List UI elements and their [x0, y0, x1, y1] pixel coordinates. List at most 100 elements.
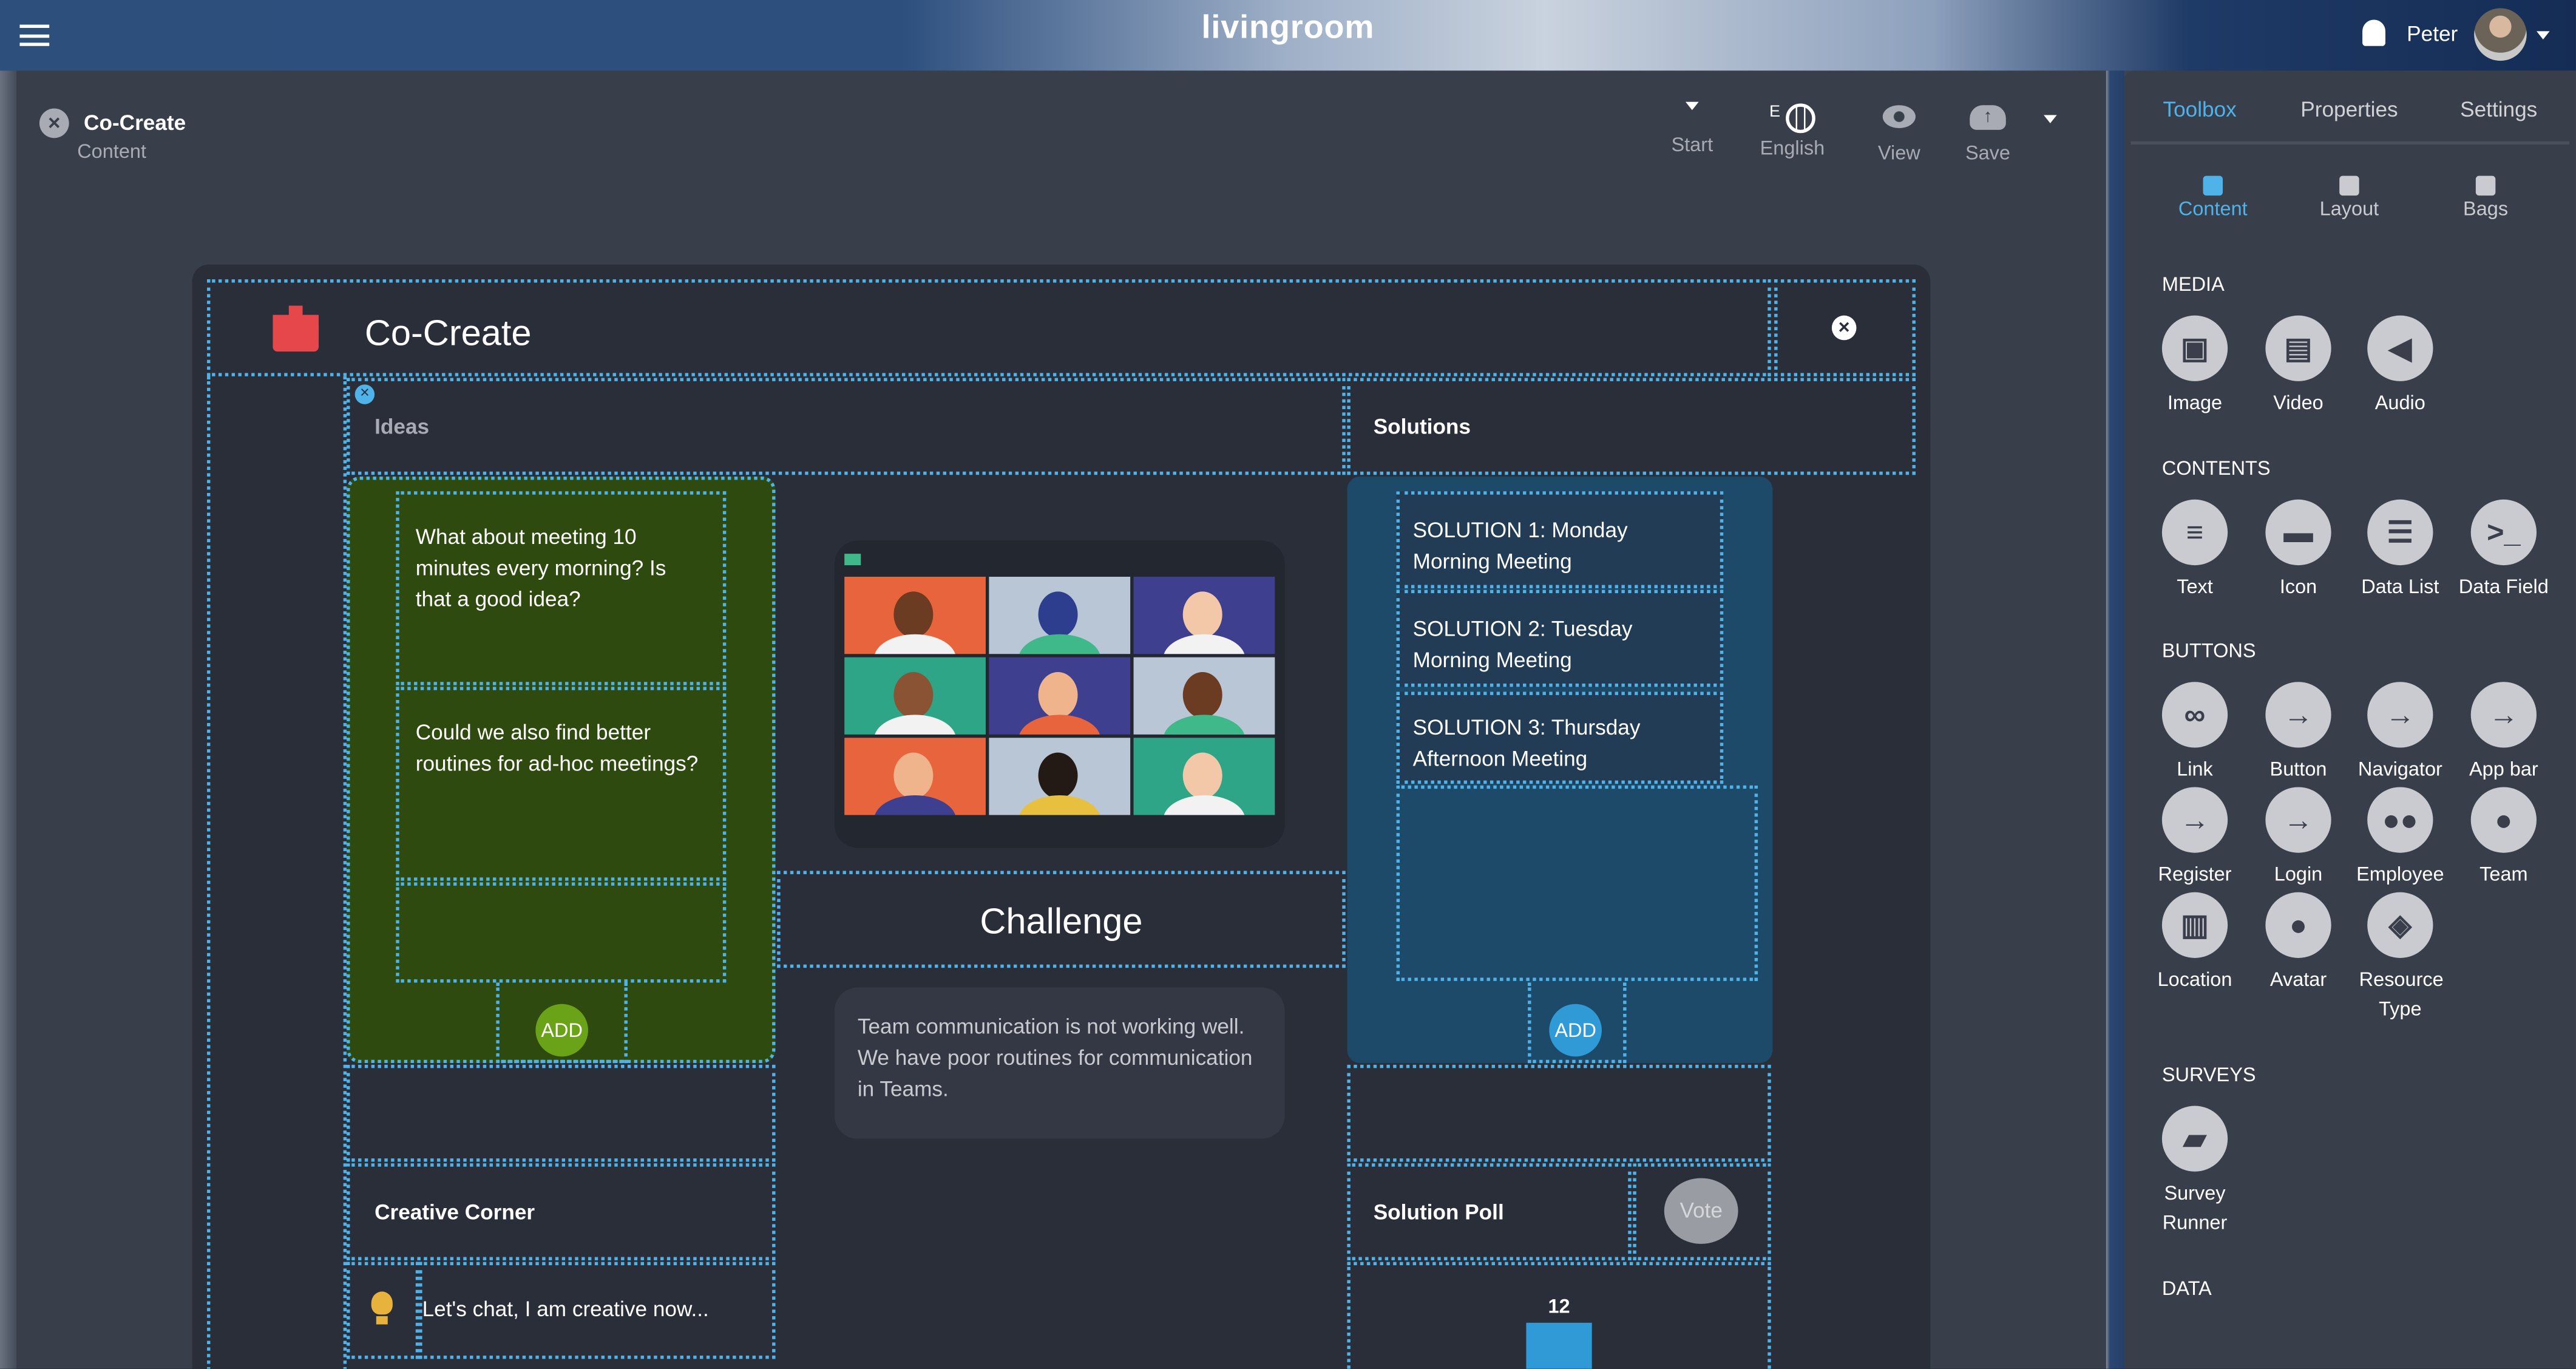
- section-surveys: SURVEYS: [2161, 1063, 2256, 1087]
- tool-register[interactable]: → Register: [2137, 787, 2252, 889]
- tab-divider: [2130, 141, 2570, 145]
- tool-label: Icon: [2279, 575, 2317, 599]
- cloud-upload-icon: ↑: [1970, 105, 2006, 130]
- subtab-layout[interactable]: Layout: [2283, 197, 2415, 220]
- tool-data-list[interactable]: ☰ Data List: [2343, 499, 2458, 602]
- left-gutter: [207, 376, 347, 1369]
- tool-image[interactable]: ▣ Image: [2137, 315, 2252, 418]
- globe-icon: E: [1751, 103, 1833, 137]
- caret-down-icon: [1685, 101, 1699, 110]
- tool-link[interactable]: ∞ Link: [2137, 682, 2252, 784]
- close-editor-icon[interactable]: ×: [39, 108, 69, 138]
- top-bar: livingroom Peter: [0, 0, 2576, 71]
- panel-divider[interactable]: [2106, 70, 2124, 1369]
- tab-toolbox[interactable]: Toolbox: [2126, 97, 2274, 122]
- tool-audio[interactable]: ◀ Audio: [2343, 315, 2458, 418]
- tool-label: Text: [2177, 575, 2213, 599]
- tool-text[interactable]: ≡ Text: [2137, 499, 2252, 602]
- bell-icon[interactable]: [2362, 19, 2385, 46]
- section-media: MEDIA: [2161, 273, 2225, 296]
- cubes-icon: ◈: [2367, 892, 2433, 958]
- subtab-content[interactable]: Content: [2147, 197, 2279, 220]
- app-logo: livingroom: [1201, 10, 1375, 46]
- remove-ideas-icon[interactable]: ×: [354, 384, 375, 404]
- tool-label: Link: [2177, 757, 2213, 781]
- eye-icon: [1882, 105, 1916, 129]
- tool-app-bar[interactable]: → App bar: [2446, 682, 2561, 784]
- solution-drop-area: [1396, 785, 1758, 981]
- section-buttons: BUTTONS: [2161, 639, 2256, 662]
- user-menu-caret-icon[interactable]: [2536, 31, 2550, 39]
- tool-location[interactable]: ▥ Location: [2137, 892, 2252, 994]
- tool-label: Data List: [2361, 575, 2439, 599]
- idea-card-empty[interactable]: [396, 882, 727, 983]
- save-options-caret-icon[interactable]: [2044, 115, 2057, 123]
- tool-employee[interactable]: ●● Employee: [2343, 787, 2458, 889]
- solution-card[interactable]: SOLUTION 1: Monday Morning Meeting: [1396, 491, 1724, 588]
- spacer-cell: [347, 1064, 776, 1162]
- tool-label: Resource Type: [2359, 968, 2444, 1021]
- tool-label: Navigator: [2357, 757, 2442, 781]
- solution-poll-title: Solution Poll: [1373, 1199, 1504, 1225]
- building-icon: ▥: [2161, 892, 2228, 958]
- creative-corner-title: Creative Corner: [375, 1199, 535, 1225]
- tool-data-field[interactable]: >_ Data Field: [2446, 499, 2561, 602]
- vote-button[interactable]: Vote: [1664, 1178, 1738, 1244]
- tool-label: Login: [2274, 862, 2323, 886]
- people-icon: ●●: [2367, 787, 2433, 853]
- save-button[interactable]: ↑ Save: [1955, 105, 2021, 165]
- text-lines-icon: ≡: [2161, 499, 2228, 566]
- subtab-bags[interactable]: Bags: [2420, 197, 2552, 220]
- tool-label: App bar: [2469, 757, 2538, 781]
- ideas-add-button[interactable]: ADD: [535, 1004, 588, 1057]
- tool-label: Image: [2167, 391, 2223, 415]
- avatar[interactable]: [2474, 8, 2527, 61]
- car-icon: ▬: [2265, 499, 2331, 566]
- tool-label: Register: [2158, 862, 2232, 886]
- tool-team[interactable]: ● Team: [2446, 787, 2561, 889]
- sign-in-icon: →: [2367, 682, 2433, 748]
- chat-icon: ▰: [2161, 1106, 2228, 1172]
- tool-avatar[interactable]: ● Avatar: [2241, 892, 2356, 994]
- idea-card[interactable]: What about meeting 10 minutes every morn…: [396, 491, 727, 685]
- solution-card[interactable]: SOLUTION 2: Tuesday Morning Meeting: [1396, 589, 1724, 687]
- tab-properties[interactable]: Properties: [2276, 97, 2424, 122]
- poll-bar-label: 12: [1548, 1296, 1570, 1317]
- view-button[interactable]: View: [1866, 105, 1932, 165]
- close-canvas-icon[interactable]: ×: [1831, 315, 1857, 341]
- columns-icon: [2339, 175, 2359, 196]
- tool-label: Avatar: [2269, 968, 2327, 991]
- tool-button[interactable]: → Button: [2241, 682, 2356, 784]
- start-button[interactable]: Start: [1659, 101, 1725, 156]
- sign-in-icon: →: [2265, 787, 2331, 853]
- poll-bar: [1526, 1322, 1592, 1369]
- solutions-title: Solutions: [1373, 414, 1471, 439]
- tool-survey-runner[interactable]: ▰ Survey Runner: [2137, 1106, 2252, 1238]
- tool-navigator[interactable]: → Navigator: [2343, 682, 2458, 784]
- solutions-add-button[interactable]: ADD: [1549, 1004, 1602, 1057]
- person-icon: ●: [2470, 787, 2537, 853]
- view-label: View: [1877, 141, 1920, 165]
- speaker-icon: ◀: [2367, 315, 2433, 381]
- user-name[interactable]: Peter: [2407, 21, 2458, 46]
- tool-login[interactable]: → Login: [2241, 787, 2356, 889]
- tool-label: Location: [2157, 968, 2232, 991]
- tool-video[interactable]: ▤ Video: [2241, 315, 2356, 418]
- solution-card[interactable]: SOLUTION 3: Thursday Afternoon Meeting: [1396, 691, 1724, 784]
- language-button[interactable]: E English: [1751, 103, 1833, 160]
- page-subtitle: Content: [77, 140, 146, 163]
- link-icon: ∞: [2161, 682, 2228, 748]
- person-icon: ●: [2265, 892, 2331, 958]
- language-code: E: [1769, 103, 1781, 122]
- poll-chart: 12: [1526, 1296, 1592, 1369]
- tab-settings[interactable]: Settings: [2425, 97, 2573, 122]
- tool-resource-type[interactable]: ◈ Resource Type: [2343, 892, 2458, 1024]
- idea-card[interactable]: Could we also find better routines for a…: [396, 687, 727, 881]
- language-label: English: [1760, 136, 1825, 160]
- chat-text[interactable]: Let's chat, I am creative now...: [422, 1297, 709, 1322]
- tool-icon[interactable]: ▬ Icon: [2241, 499, 2356, 602]
- tool-label: Button: [2269, 757, 2327, 781]
- lightbulb-icon: [371, 1291, 393, 1315]
- challenge-text: Team communication is not working well. …: [834, 987, 1285, 1139]
- tool-label: Team: [2479, 862, 2528, 886]
